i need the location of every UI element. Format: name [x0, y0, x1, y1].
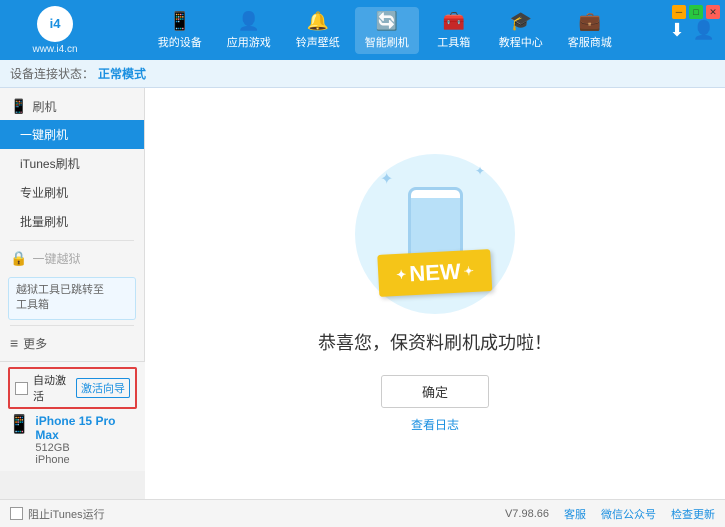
sidebar-item-itunes-flash[interactable]: iTunes刷机	[0, 149, 144, 178]
device-section: 自动激活 激活向导 📱 iPhone 15 Pro Max 512GB iPho…	[0, 361, 145, 471]
toolbox-icon: 🧰	[443, 11, 465, 32]
maximize-button[interactable]: □	[689, 5, 703, 19]
sparkle-left-icon: ✦	[380, 169, 393, 189]
flash-section-icon: 📱	[10, 98, 27, 115]
minimize-button[interactable]: ─	[672, 5, 686, 19]
auto-activate-checkbox[interactable]	[15, 382, 28, 395]
header: i4 www.i4.cn 📱 我的设备 👤 应用游戏 🔔 铃声壁纸 🔄 智能刷机…	[0, 0, 725, 60]
auto-activate-label: 自动激活	[33, 372, 71, 404]
new-ribbon-text: NEW	[377, 249, 492, 297]
sidebar-section-header-flash: 📱 刷机	[0, 93, 144, 120]
status-label: 设备连接状态：	[10, 65, 94, 82]
logo-text: i4	[50, 16, 61, 31]
footer-left: 阻止iTunes运行	[10, 506, 105, 522]
sparkle-right-icon: ✦	[475, 164, 485, 178]
sidebar-section-flash: 📱 刷机 一键刷机 iTunes刷机 专业刷机 批量刷机	[0, 93, 144, 236]
download-icon[interactable]: ⬇	[669, 20, 684, 41]
device-storage: 512GB	[35, 442, 137, 454]
sidebar-item-pro-flash[interactable]: 专业刷机	[0, 178, 144, 207]
auto-activate-row: 自动激活 激活向导	[8, 367, 137, 409]
jailbreak-section-icon: 🔒	[10, 250, 27, 267]
customer-service-link[interactable]: 客服	[564, 506, 586, 522]
itunes-label: 阻止iTunes运行	[28, 506, 105, 522]
sidebar-section-jailbreak: 🔒 一键越狱 越狱工具已跳转至工具箱	[0, 245, 144, 320]
nav-tab-service[interactable]: 💼 客服商城	[558, 7, 622, 54]
new-badge: NEW	[378, 252, 491, 294]
my-device-label: 我的设备	[158, 34, 202, 50]
confirm-button[interactable]: 确定	[381, 375, 489, 408]
apps-icon: 👤	[238, 11, 260, 32]
main-layout: 📱 刷机 一键刷机 iTunes刷机 专业刷机 批量刷机 🔒 一键越狱 越狱工具…	[0, 88, 725, 499]
device-info: 📱 iPhone 15 Pro Max 512GB iPhone	[8, 414, 137, 466]
sidebar-divider-2	[10, 325, 134, 326]
ringtone-icon: 🔔	[307, 11, 329, 32]
nav-tab-toolbox[interactable]: 🧰 工具箱	[424, 7, 484, 54]
flash-section-label: 刷机	[32, 98, 56, 115]
smart-flash-label: 智能刷机	[365, 34, 409, 50]
version-text: V7.98.66	[505, 508, 549, 520]
footer: 阻止iTunes运行 V7.98.66 客服 微信公众号 检查更新	[0, 499, 725, 527]
tutorial-icon: 🎓	[510, 11, 532, 32]
content-area: ✦ ✦ NEW 恭喜您，保资料刷机成功啦！ 确定 查看日志	[145, 88, 725, 499]
more-section-label: 更多	[23, 335, 47, 352]
sidebar-section-header-jailbreak: 🔒 一键越狱	[0, 245, 144, 272]
device-type: iPhone	[35, 454, 137, 466]
logo-subtext: www.i4.cn	[32, 44, 77, 55]
footer-right: V7.98.66 客服 微信公众号 检查更新	[505, 506, 715, 522]
apps-label: 应用游戏	[227, 34, 271, 50]
sidebar-divider-1	[10, 240, 134, 241]
service-icon: 💼	[579, 11, 601, 32]
user-icon[interactable]: 👤	[693, 20, 715, 41]
logo-icon: i4	[37, 6, 73, 42]
header-right: ⬇ 👤	[669, 20, 715, 41]
sidebar-item-one-key-flash[interactable]: 一键刷机	[0, 120, 144, 149]
nav-tabs: 📱 我的设备 👤 应用游戏 🔔 铃声壁纸 🔄 智能刷机 🧰 工具箱 🎓 教程中心…	[100, 7, 669, 54]
success-text: 恭喜您，保资料刷机成功啦！	[318, 329, 552, 355]
sidebar-item-batch-flash[interactable]: 批量刷机	[0, 207, 144, 236]
device-name: iPhone 15 Pro Max	[35, 414, 137, 442]
toolbox-label: 工具箱	[437, 34, 470, 50]
log-link[interactable]: 查看日志	[411, 416, 459, 433]
wechat-link[interactable]: 微信公众号	[601, 506, 656, 522]
nav-tab-tutorial[interactable]: 🎓 教程中心	[489, 7, 553, 54]
status-bar: 设备连接状态： 正常模式	[0, 60, 725, 88]
nav-tab-smart-flash[interactable]: 🔄 智能刷机	[355, 7, 419, 54]
smart-flash-icon: 🔄	[376, 11, 398, 32]
logo-area: i4 www.i4.cn	[10, 6, 100, 55]
itunes-checkbox[interactable]	[10, 507, 23, 520]
success-image: ✦ ✦ NEW	[355, 154, 515, 314]
guide-button[interactable]: 激活向导	[76, 378, 130, 398]
device-details: iPhone 15 Pro Max 512GB iPhone	[35, 414, 137, 466]
sidebar-jailbreak-notice: 越狱工具已跳转至工具箱	[8, 277, 136, 320]
sidebar-section-header-more: ≡ 更多	[0, 330, 144, 357]
device-phone-icon: 📱	[8, 414, 30, 435]
check-update-link[interactable]: 检查更新	[671, 506, 715, 522]
more-section-icon: ≡	[10, 335, 18, 351]
nav-tab-apps[interactable]: 👤 应用游戏	[217, 7, 281, 54]
jailbreak-section-label: 一键越狱	[32, 250, 80, 267]
close-button[interactable]: ✕	[706, 5, 720, 19]
ringtone-label: 铃声壁纸	[296, 34, 340, 50]
nav-tab-my-device[interactable]: 📱 我的设备	[148, 7, 212, 54]
my-device-icon: 📱	[169, 11, 191, 32]
tutorial-label: 教程中心	[499, 34, 543, 50]
sidebar-wrapper: 📱 刷机 一键刷机 iTunes刷机 专业刷机 批量刷机 🔒 一键越狱 越狱工具…	[0, 88, 145, 499]
status-value: 正常模式	[98, 65, 146, 82]
nav-tab-ringtone[interactable]: 🔔 铃声壁纸	[286, 7, 350, 54]
service-label: 客服商城	[568, 34, 612, 50]
